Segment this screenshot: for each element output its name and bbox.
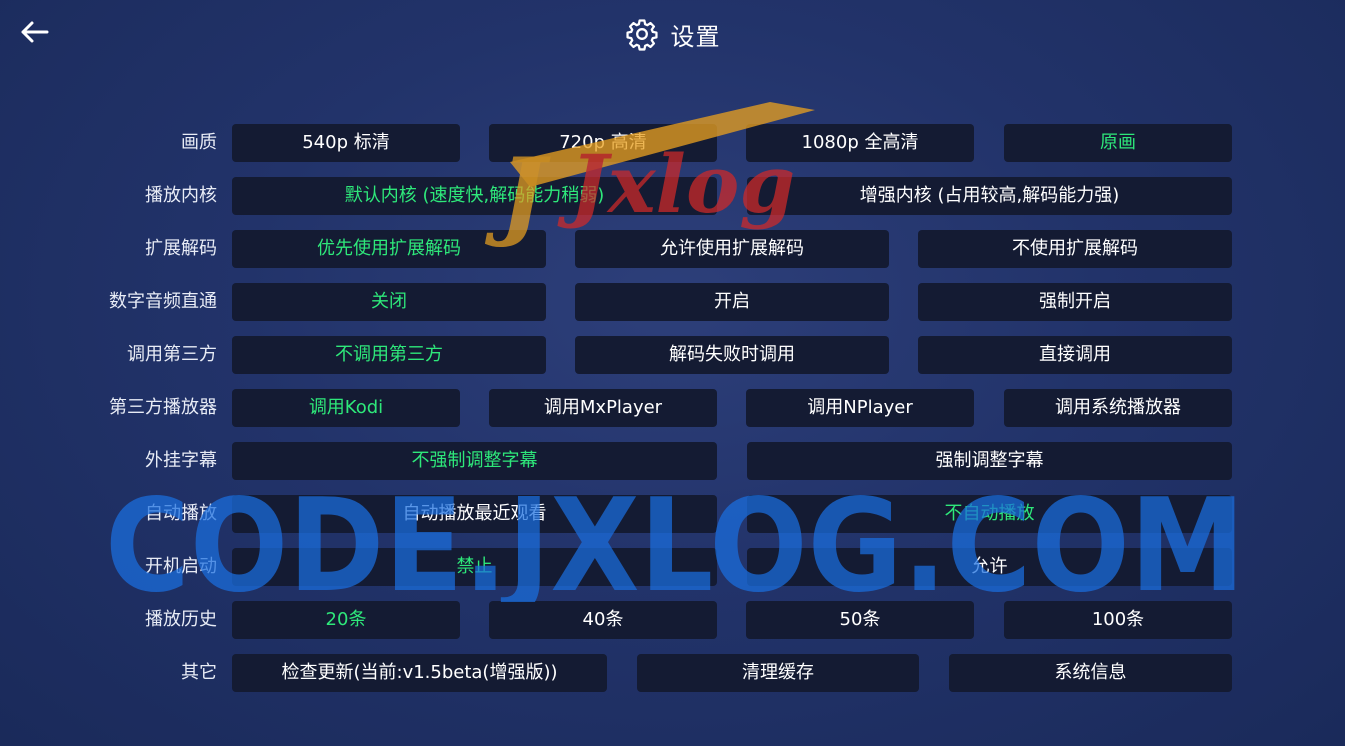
option-button-quality-3[interactable]: 1080p 全高清: [746, 124, 974, 162]
option-button-autoplay-2[interactable]: 不自动播放: [747, 495, 1232, 533]
option-group: 关闭 开启 强制开启: [232, 283, 1232, 321]
option-button-third-party-player-4[interactable]: 调用系统播放器: [1004, 389, 1232, 427]
option-button-player-core-2[interactable]: 增强内核 (占用较高,解码能力强): [747, 177, 1232, 215]
setting-label: 调用第三方: [127, 344, 217, 365]
option-group: 540p 标清 720p 高清 1080p 全高清 原画: [232, 124, 1232, 162]
jxlog-watermark-logo: J Jxlog: [484, 102, 815, 250]
option-group: 检查更新(当前:v1.5beta(增强版)) 清理缓存 系统信息: [232, 654, 1232, 692]
setting-row-third-party-player: 第三方播放器 调用Kodi 调用MxPlayer 调用NPlayer 调用系统播放器: [0, 389, 1345, 427]
option-button-other-1[interactable]: 检查更新(当前:v1.5beta(增强版)): [232, 654, 607, 692]
option-button-external-subtitle-1[interactable]: 不强制调整字幕: [232, 442, 717, 480]
option-group: 禁止 允许: [232, 548, 1232, 586]
setting-label: 播放历史: [145, 609, 217, 630]
option-group: 优先使用扩展解码 允许使用扩展解码 不使用扩展解码: [232, 230, 1232, 268]
option-group: 20条 40条 50条 100条: [232, 601, 1232, 639]
option-button-quality-2[interactable]: 720p 高清: [489, 124, 717, 162]
option-button-play-history-3[interactable]: 50条: [746, 601, 974, 639]
setting-row-quality: 画质 540p 标清 720p 高清 1080p 全高清 原画: [0, 124, 1345, 162]
option-button-quality-1[interactable]: 540p 标清: [232, 124, 460, 162]
setting-row-play-history: 播放历史 20条 40条 50条 100条: [0, 601, 1345, 639]
setting-label: 数字音频直通: [109, 291, 217, 312]
option-button-third-party-player-1[interactable]: 调用Kodi: [232, 389, 460, 427]
setting-label: 第三方播放器: [109, 397, 217, 418]
option-button-audio-passthrough-2[interactable]: 开启: [575, 283, 889, 321]
option-button-player-core-1[interactable]: 默认内核 (速度快,解码能力稍弱): [232, 177, 717, 215]
top-bar: 设置: [0, 0, 1345, 66]
setting-row-other: 其它 检查更新(当前:v1.5beta(增强版)) 清理缓存 系统信息: [0, 654, 1345, 692]
setting-row-player-core: 播放内核 默认内核 (速度快,解码能力稍弱) 增强内核 (占用较高,解码能力强): [0, 177, 1345, 215]
option-button-autoplay-1[interactable]: 自动播放最近观看: [232, 495, 717, 533]
option-group: 不调用第三方 解码失败时调用 直接调用: [232, 336, 1232, 374]
option-button-third-party-call-1[interactable]: 不调用第三方: [232, 336, 546, 374]
gear-icon: [625, 19, 658, 51]
option-button-play-history-2[interactable]: 40条: [489, 601, 717, 639]
option-group: 默认内核 (速度快,解码能力稍弱) 增强内核 (占用较高,解码能力强): [232, 177, 1232, 215]
option-group: 调用Kodi 调用MxPlayer 调用NPlayer 调用系统播放器: [232, 389, 1232, 427]
option-button-boot-start-1[interactable]: 禁止: [232, 548, 717, 586]
setting-label: 自动播放: [145, 503, 217, 524]
option-button-third-party-call-2[interactable]: 解码失败时调用: [575, 336, 889, 374]
option-button-third-party-player-2[interactable]: 调用MxPlayer: [489, 389, 717, 427]
option-button-external-subtitle-2[interactable]: 强制调整字幕: [747, 442, 1232, 480]
setting-row-audio-passthrough: 数字音频直通 关闭 开启 强制开启: [0, 283, 1345, 321]
option-button-audio-passthrough-3[interactable]: 强制开启: [918, 283, 1232, 321]
title-area: 设置: [0, 14, 1345, 54]
option-button-boot-start-2[interactable]: 允许: [747, 548, 1232, 586]
setting-label: 外挂字幕: [145, 450, 217, 471]
option-button-ext-decode-3[interactable]: 不使用扩展解码: [918, 230, 1232, 268]
page-title: 设置: [670, 22, 721, 51]
setting-label: 画质: [181, 132, 217, 153]
setting-label: 其它: [181, 662, 217, 683]
option-group: 不强制调整字幕 强制调整字幕: [232, 442, 1232, 480]
option-button-play-history-1[interactable]: 20条: [232, 601, 460, 639]
option-group: 自动播放最近观看 不自动播放: [232, 495, 1232, 533]
option-button-quality-4[interactable]: 原画: [1004, 124, 1232, 162]
option-button-third-party-player-3[interactable]: 调用NPlayer: [746, 389, 974, 427]
option-button-ext-decode-1[interactable]: 优先使用扩展解码: [232, 230, 546, 268]
option-button-other-2[interactable]: 清理缓存: [637, 654, 919, 692]
option-button-play-history-4[interactable]: 100条: [1004, 601, 1232, 639]
setting-row-boot-start: 开机启动 禁止 允许: [0, 548, 1345, 586]
option-button-ext-decode-2[interactable]: 允许使用扩展解码: [575, 230, 889, 268]
option-button-other-3[interactable]: 系统信息: [949, 654, 1232, 692]
setting-row-ext-decode: 扩展解码 优先使用扩展解码 允许使用扩展解码 不使用扩展解码: [0, 230, 1345, 268]
option-button-audio-passthrough-1[interactable]: 关闭: [232, 283, 546, 321]
setting-row-autoplay: 自动播放 自动播放最近观看 不自动播放: [0, 495, 1345, 533]
setting-label: 播放内核: [145, 185, 217, 206]
setting-row-third-party-call: 调用第三方 不调用第三方 解码失败时调用 直接调用: [0, 336, 1345, 374]
setting-label: 开机启动: [145, 556, 217, 577]
option-button-third-party-call-3[interactable]: 直接调用: [918, 336, 1232, 374]
setting-row-external-subtitle: 外挂字幕 不强制调整字幕 强制调整字幕: [0, 442, 1345, 480]
setting-label: 扩展解码: [145, 238, 217, 259]
